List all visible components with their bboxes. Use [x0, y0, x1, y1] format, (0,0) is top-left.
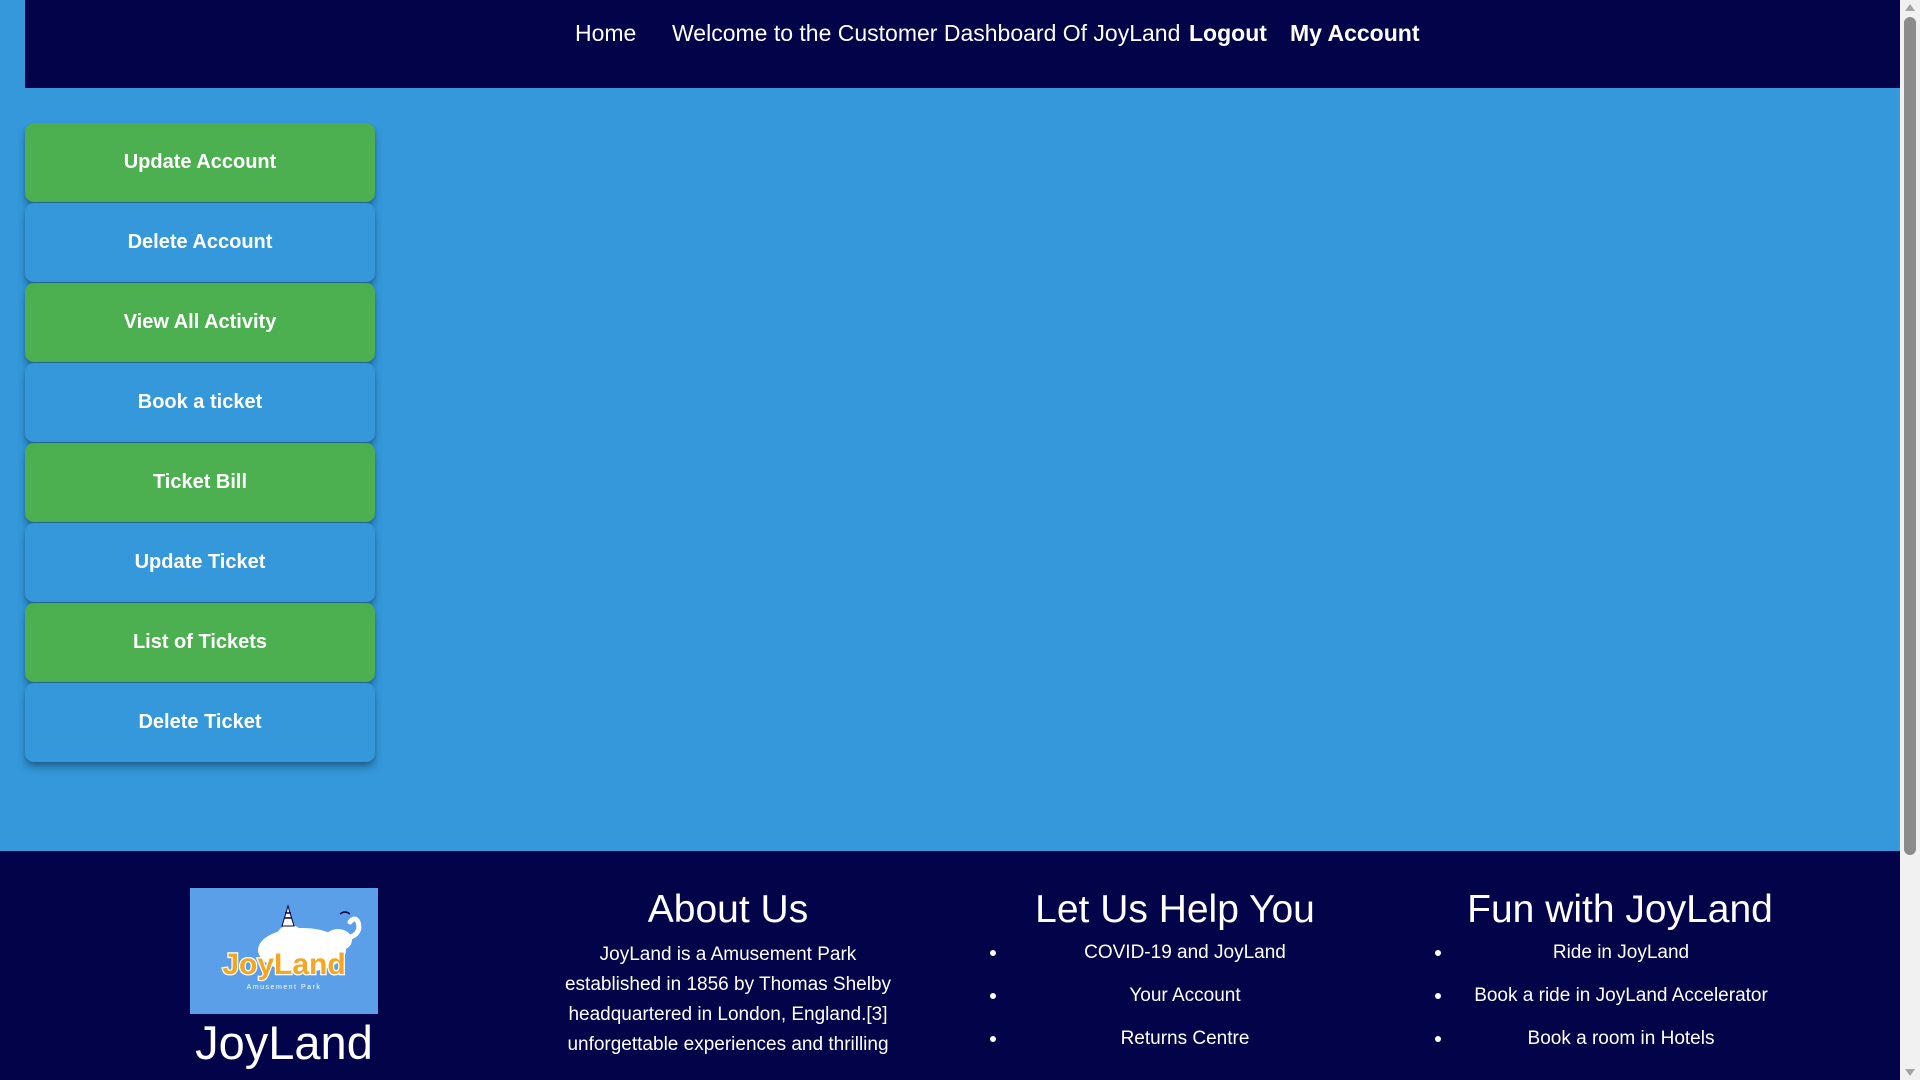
bullet-icon [990, 993, 996, 999]
fun-item-accelerator[interactable]: Book a ride in JoyLand Accelerator [1420, 984, 1820, 1008]
bullet-icon [1435, 1036, 1441, 1042]
help-item-returns[interactable]: Returns Centre [975, 1027, 1375, 1051]
help-list-item[interactable]: Your Account [975, 984, 1375, 1027]
site-footer: JoyLand Amusement Park JoyLand About Us … [0, 851, 1900, 1080]
help-list: COVID-19 and JoyLand Your Account Return… [975, 941, 1375, 1070]
fun-list-item[interactable]: Book a ride in JoyLand Accelerator [1420, 984, 1820, 1027]
help-list-item[interactable]: COVID-19 and JoyLand [975, 941, 1375, 984]
nav-welcome-link[interactable]: Welcome to the Customer Dashboard Of Joy… [672, 20, 1180, 47]
bullet-icon [1435, 993, 1441, 999]
dashboard-sidebar: Update Account Delete Account View All A… [25, 123, 375, 763]
help-item-account[interactable]: Your Account [975, 984, 1375, 1008]
about-us-text: JoyLand is a Amusement Park established … [553, 940, 903, 1060]
fun-section: Fun with JoyLand Ride in JoyLand Book a … [1420, 887, 1820, 1070]
scrollbar-thumb[interactable] [1904, 17, 1916, 855]
logo-wordmark: JoyLand [222, 948, 345, 981]
nav-home-link[interactable]: Home [575, 20, 636, 47]
help-list-item[interactable]: Returns Centre [975, 1027, 1375, 1070]
about-line: established in 1856 by Thomas Shelby [564, 974, 892, 995]
book-ticket-button[interactable]: Book a ticket [25, 363, 375, 442]
joyland-logo: JoyLand Amusement Park [190, 888, 378, 1014]
nav-my-account-link[interactable]: My Account [1290, 20, 1420, 47]
fun-item-ride[interactable]: Ride in JoyLand [1420, 941, 1820, 965]
fun-heading: Fun with JoyLand [1467, 888, 1773, 931]
brand-name: JoyLand [195, 1016, 373, 1069]
fun-list: Ride in JoyLand Book a ride in JoyLand A… [1420, 941, 1820, 1070]
fun-list-item[interactable]: Book a room in Hotels [1420, 1027, 1820, 1070]
about-line: unforgettable experiences and thrilling [567, 1034, 889, 1055]
list-of-tickets-button[interactable]: List of Tickets [25, 603, 375, 682]
nav-logout-link[interactable]: Logout [1189, 20, 1267, 47]
scroll-up-arrow-icon[interactable] [1905, 4, 1915, 11]
help-heading: Let Us Help You [1035, 888, 1315, 931]
help-section: Let Us Help You COVID-19 and JoyLand You… [975, 887, 1375, 1070]
bullet-icon [1435, 950, 1441, 956]
vertical-scrollbar[interactable] [1900, 0, 1920, 1080]
fun-item-hotels[interactable]: Book a room in Hotels [1420, 1027, 1820, 1051]
logo-subtext: Amusement Park [247, 984, 322, 991]
help-item-covid[interactable]: COVID-19 and JoyLand [975, 941, 1375, 965]
fun-list-item[interactable]: Ride in JoyLand [1420, 941, 1820, 984]
elephant-logo-icon: JoyLand Amusement Park [221, 904, 362, 991]
bullet-icon [990, 1036, 996, 1042]
update-ticket-button[interactable]: Update Ticket [25, 523, 375, 602]
delete-account-button[interactable]: Delete Account [25, 203, 375, 282]
about-us-heading: About Us [647, 888, 809, 931]
view-all-activity-button[interactable]: View All Activity [25, 283, 375, 362]
ticket-bill-button[interactable]: Ticket Bill [25, 443, 375, 522]
scroll-down-arrow-icon[interactable] [1905, 1069, 1915, 1076]
about-us-section: About Us JoyLand is a Amusement Park est… [553, 887, 903, 1060]
update-account-button[interactable]: Update Account [25, 123, 375, 202]
about-line: JoyLand is a Amusement Park [599, 944, 857, 965]
delete-ticket-button[interactable]: Delete Ticket [25, 683, 375, 762]
top-navbar: Home Welcome to the Customer Dashboard O… [25, 0, 1900, 88]
about-line: headquartered in London, England.[3] [568, 1004, 888, 1025]
left-edge-strip [0, 0, 25, 88]
bullet-icon [990, 950, 996, 956]
